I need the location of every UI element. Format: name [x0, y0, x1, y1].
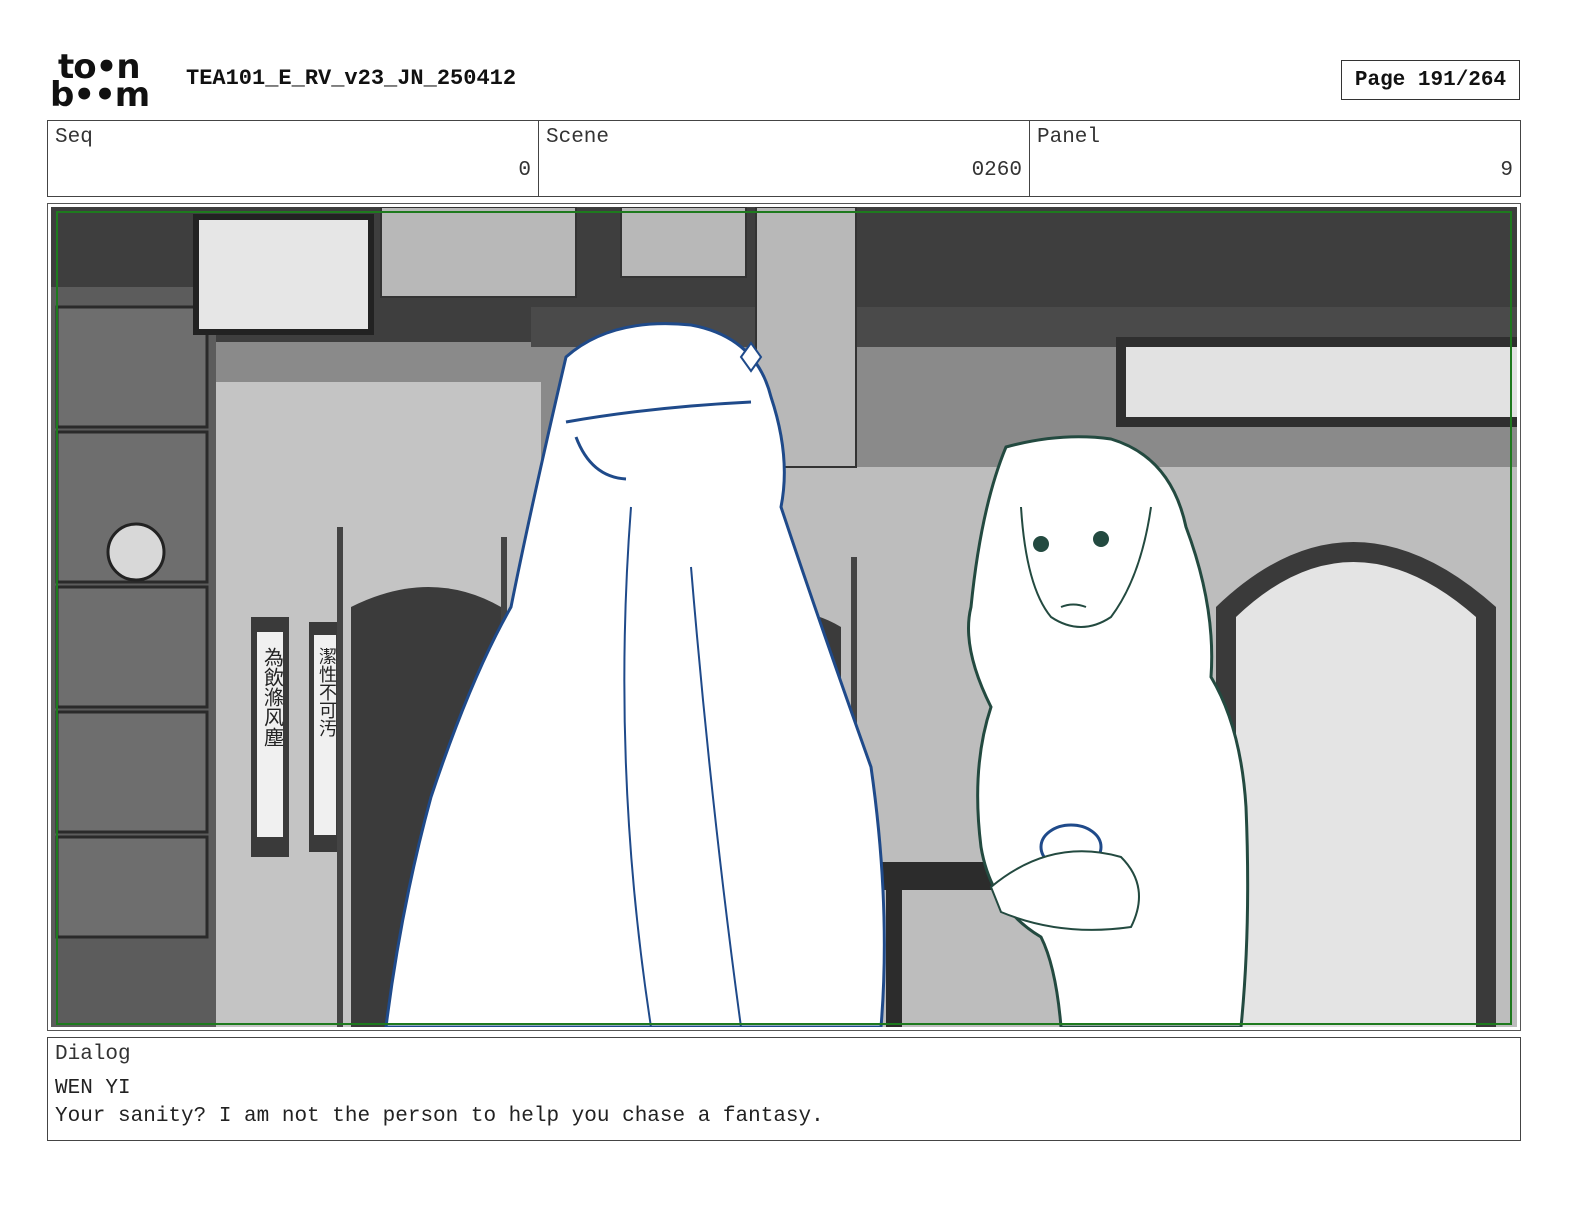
scene-cell: Scene 0260	[539, 121, 1030, 196]
info-table: Seq 0 Scene 0260 Panel 9	[47, 120, 1521, 197]
panel-label: Panel	[1037, 126, 1101, 149]
scene-label: Scene	[546, 126, 610, 149]
dialog-box: Dialog WEN YI Your sanity? I am not the …	[47, 1037, 1521, 1141]
panel-value: 9	[1500, 159, 1513, 182]
storyboard-drawing: 為飲滌风塵 潔性不可汚	[51, 207, 1517, 1027]
seq-value: 0	[518, 159, 531, 182]
scroll-left-text: 為飲滌风塵	[259, 647, 284, 747]
logo-bottom-text: b••m	[50, 75, 150, 115]
toonboom-logo: to•n b••m	[50, 50, 165, 115]
scene-value: 0260	[971, 159, 1022, 182]
dialog-label: Dialog	[55, 1043, 131, 1066]
dialog-speaker: WEN YI	[55, 1077, 131, 1100]
panel-cell: Panel 9	[1030, 121, 1520, 196]
seq-cell: Seq 0	[48, 121, 539, 196]
dialog-line: Your sanity? I am not the person to help…	[55, 1105, 824, 1128]
storyboard-panel-frame: 為飲滌风塵 潔性不可汚	[47, 203, 1521, 1031]
document-title: TEA101_E_RV_v23_JN_250412	[186, 66, 517, 91]
seq-label: Seq	[55, 126, 93, 149]
page-number-box: Page 191/264	[1341, 60, 1520, 100]
scroll-right-text: 潔性不可汚	[315, 647, 337, 737]
